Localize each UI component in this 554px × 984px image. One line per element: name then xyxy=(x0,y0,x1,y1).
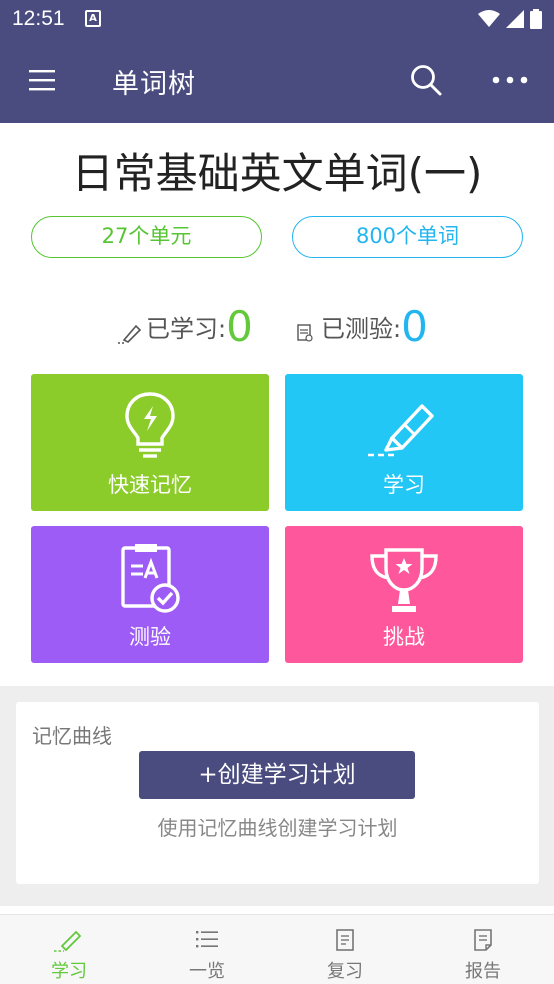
pencil-icon xyxy=(118,324,142,344)
trophy-icon xyxy=(370,548,438,612)
notification-a-icon: A xyxy=(85,10,101,27)
challenge-label: 挑战 xyxy=(383,625,425,649)
quick-memory-tile[interactable]: 快速记忆 xyxy=(31,374,269,511)
memory-curve-card: 记忆曲线 +创建学习计划 使用记忆曲线创建学习计划 xyxy=(16,702,539,884)
nav-label-study: 学习 xyxy=(51,961,87,982)
learned-value: 0 xyxy=(226,302,253,351)
tested-label: 已测验: xyxy=(321,315,402,343)
words-count-badge[interactable]: 800个单词 xyxy=(292,216,523,258)
battery-icon xyxy=(530,9,542,29)
exam-clipboard-icon xyxy=(121,544,180,613)
memory-curve-subtitle: 使用记忆曲线创建学习计划 xyxy=(157,816,398,840)
units-count-badge[interactable]: 27个单元 xyxy=(31,216,262,258)
create-study-plan-button[interactable]: +创建学习计划 xyxy=(139,751,415,799)
report-icon xyxy=(474,929,492,951)
challenge-tile[interactable]: 挑战 xyxy=(285,526,523,663)
status-time: 12:51 xyxy=(12,7,65,30)
nav-label-review: 复习 xyxy=(327,961,363,982)
book-title: 日常基础英文单词(一) xyxy=(71,149,483,198)
quick-memory-label: 快速记忆 xyxy=(108,473,192,497)
app-bar: 单词树 xyxy=(0,38,554,123)
test-tile[interactable]: 测验 xyxy=(31,526,269,663)
pencil-icon xyxy=(54,930,82,952)
status-bar: 12:51 A xyxy=(0,0,554,38)
app-title: 单词树 xyxy=(112,69,196,100)
list-icon xyxy=(196,931,218,948)
signal-icon xyxy=(506,10,524,28)
menu-icon[interactable] xyxy=(28,66,58,94)
test-label: 测验 xyxy=(129,625,171,649)
lightbulb-icon xyxy=(125,392,175,458)
bottom-nav: 学习 一览 复习 报告 xyxy=(0,914,554,984)
more-icon[interactable] xyxy=(490,68,530,92)
quiz-sheet-icon xyxy=(297,324,313,342)
nav-tab-report[interactable]: 报告 xyxy=(414,915,552,984)
nav-label-overview: 一览 xyxy=(189,961,225,982)
study-label: 学习 xyxy=(383,473,425,497)
tested-value: 0 xyxy=(401,302,428,351)
wifi-icon xyxy=(478,10,500,27)
marker-pen-icon xyxy=(368,404,434,457)
study-tile[interactable]: 学习 xyxy=(285,374,523,511)
search-icon[interactable] xyxy=(408,62,444,98)
status-icons xyxy=(478,8,542,30)
tested-stat: 已测验: 0 xyxy=(296,296,428,352)
nav-label-report: 报告 xyxy=(465,961,501,982)
learned-label: 已学习: xyxy=(146,315,227,343)
nav-tab-study[interactable]: 学习 xyxy=(0,915,138,984)
learned-stat: 已学习: 0 xyxy=(118,296,253,352)
document-icon xyxy=(336,929,354,951)
nav-tab-review[interactable]: 复习 xyxy=(276,915,414,984)
nav-tab-overview[interactable]: 一览 xyxy=(138,915,276,984)
memory-curve-title: 记忆曲线 xyxy=(32,724,112,748)
